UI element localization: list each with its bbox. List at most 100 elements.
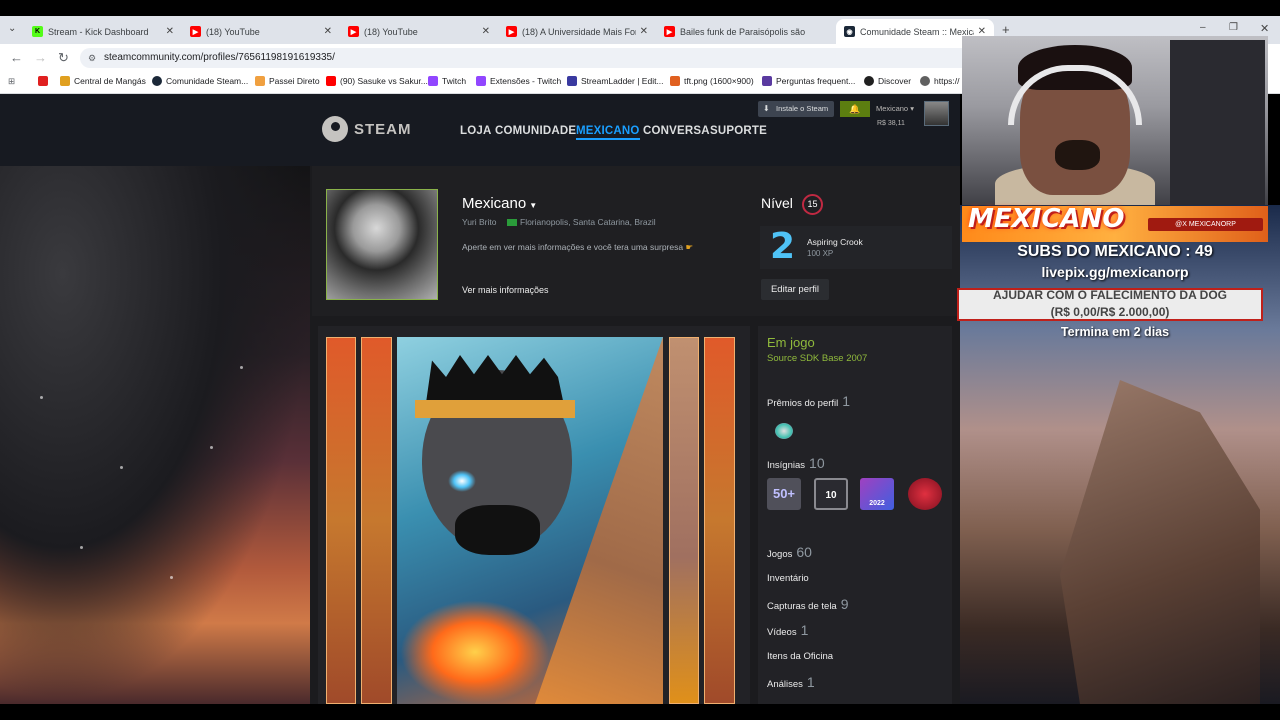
close-icon[interactable]: ✕ [166, 26, 174, 37]
bookmark-item[interactable]: Twitch [428, 76, 466, 86]
kick-icon: K [32, 26, 43, 37]
badge-steam-2022-icon[interactable]: 2022 [860, 478, 894, 510]
pointing-hand-icon: ☛ [685, 242, 694, 252]
download-icon: ⬇ [763, 104, 770, 113]
more-info-link[interactable]: Ver mais informações [462, 285, 549, 295]
steam-logo[interactable]: STEAM [322, 116, 412, 142]
badge-ten-icon[interactable]: 10 [814, 478, 848, 510]
artwork-strip[interactable] [326, 337, 356, 704]
profile-name[interactable]: Mexicano ▼ [462, 195, 537, 212]
bookmark-item[interactable]: tft.png (1600×900) [670, 76, 754, 86]
level-label: Nível [761, 195, 793, 211]
chevron-down-icon: ▾ [910, 104, 914, 113]
menu-profile[interactable]: MEXICANO [576, 125, 640, 140]
tab-kick[interactable]: K Stream - Kick Dashboard ✕ [24, 19, 182, 44]
bookmark-label: Comunidade Steam... [166, 76, 249, 86]
overlay-livepix: livepix.gg/mexicanorp [1041, 264, 1189, 280]
tab-youtube-2[interactable]: ▶ (18) YouTube ✕ [340, 19, 498, 44]
bookmark-item[interactable] [38, 76, 52, 86]
bookmark-item[interactable]: Perguntas frequent... [762, 76, 855, 86]
award-icon[interactable] [775, 423, 793, 439]
tab-title: Bailes funk de Paraisópolis são [680, 26, 806, 37]
overlay-goal-title: AJUDAR COM O FALECIMENTO DA DOG [992, 288, 1227, 302]
apps-icon[interactable]: ⊞ [8, 76, 15, 87]
awards-count: 1 [842, 393, 851, 409]
steam-icon [152, 76, 162, 86]
tab-title: (18) YouTube [206, 26, 260, 37]
youtube-icon [326, 76, 336, 86]
top-black-bar [0, 0, 1280, 16]
bookmark-item[interactable]: (90) Sasuke vs Sakur... [326, 76, 428, 86]
videos-link[interactable]: Vídeos 1 [767, 622, 808, 638]
menu-conversa[interactable]: CONVERSA [643, 125, 710, 137]
bookmark-label: https:// [934, 76, 960, 86]
close-icon[interactable]: ✕ [482, 26, 490, 37]
overlay-title: MEXICANO [968, 204, 1125, 234]
workshop-link[interactable]: Itens da Oficina [767, 651, 833, 662]
menu-suporte[interactable]: SUPORTE [710, 125, 767, 137]
badge-icon: 2 [770, 226, 796, 267]
reload-icon[interactable]: ↻ [58, 50, 69, 66]
site-info-icon[interactable]: ⚙ [88, 48, 96, 68]
videos-count: 1 [800, 622, 809, 638]
bookmark-item[interactable]: Extensões - Twitch [476, 76, 561, 86]
bookmark-item[interactable]: Comunidade Steam... [152, 76, 248, 86]
menu-loja[interactable]: LOJA [460, 125, 491, 137]
online-status: Em jogo [767, 335, 815, 350]
tab-youtube-1[interactable]: ▶ (18) YouTube ✕ [182, 19, 340, 44]
close-icon[interactable]: ✕ [640, 26, 648, 37]
youtube-icon: ▶ [506, 26, 517, 37]
account-menu[interactable]: Mexicano ▾ [876, 104, 914, 113]
notifications-button[interactable]: 🔔 [840, 101, 870, 117]
games-count: 60 [796, 544, 812, 560]
tab-search-icon[interactable]: ⌄ [8, 23, 16, 34]
artwork-fire [400, 600, 550, 704]
forward-icon[interactable]: → [34, 50, 47, 65]
bookmark-label: StreamLadder | Edit... [581, 76, 664, 86]
inventory-link[interactable]: Inventário [767, 573, 809, 584]
profile-awards-link[interactable]: Prêmios do perfil 1 [767, 393, 850, 409]
artwork-strip[interactable] [669, 337, 699, 704]
profile-summary: Aperte em ver mais informações e você te… [462, 242, 693, 253]
menu-comunidade[interactable]: COMUNIDADE [495, 125, 576, 137]
manga-icon [60, 76, 70, 86]
install-steam-button[interactable]: ⬇ Instale o Steam [758, 101, 835, 117]
image-icon [670, 76, 680, 86]
bookmark-label: Perguntas frequent... [776, 76, 856, 86]
youtube-icon: ▶ [348, 26, 359, 37]
brazil-flag-icon [507, 219, 517, 226]
tab-youtube-4[interactable]: ▶ Bailes funk de Paraisópolis são [656, 19, 814, 44]
close-icon[interactable]: ✕ [324, 26, 332, 37]
screenshots-link[interactable]: Capturas de tela 9 [767, 596, 849, 612]
bookmark-item[interactable]: Central de Mangás [60, 76, 146, 86]
youtube-icon: ▶ [190, 26, 201, 37]
current-game[interactable]: Source SDK Base 2007 [767, 353, 867, 364]
bookmark-label: tft.png (1600×900) [684, 76, 754, 86]
tab-youtube-3[interactable]: ▶ (18) A Universidade Mais Forte ✕ [498, 19, 656, 44]
overlay-ends: Termina em 2 dias [1060, 325, 1170, 339]
bookmark-item[interactable]: https:// [920, 76, 960, 86]
games-link[interactable]: Jogos 60 [767, 544, 812, 560]
new-tab-icon[interactable]: + [1002, 22, 1010, 37]
bookmark-item[interactable]: Passei Direto [255, 76, 320, 86]
bookmark-item[interactable]: Discover [864, 76, 911, 86]
minimize-icon[interactable]: – [1200, 22, 1206, 33]
window-close-icon[interactable]: ✕ [1260, 22, 1269, 35]
header-avatar[interactable] [924, 101, 949, 126]
back-icon[interactable]: ← [10, 50, 23, 65]
bookmark-item[interactable]: StreamLadder | Edit... [567, 76, 664, 86]
artwork-glowing-eye [448, 470, 476, 492]
edit-profile-button[interactable]: Editar perfil [761, 279, 829, 300]
badge-red-icon[interactable] [908, 478, 942, 510]
badges-link[interactable]: Insígnias 10 [767, 455, 825, 471]
restore-icon[interactable]: ❐ [1229, 22, 1238, 33]
artwork-strip[interactable] [704, 337, 735, 704]
bookmark-label: Central de Mangás [74, 76, 146, 86]
youtube-icon [38, 76, 48, 86]
artwork-strip[interactable] [361, 337, 392, 704]
faq-icon [762, 76, 772, 86]
twitch-icon [428, 76, 438, 86]
steam-icon: ◉ [844, 26, 855, 37]
badge-years-icon[interactable]: 50+ [767, 478, 801, 510]
reviews-link[interactable]: Análises 1 [767, 674, 815, 690]
